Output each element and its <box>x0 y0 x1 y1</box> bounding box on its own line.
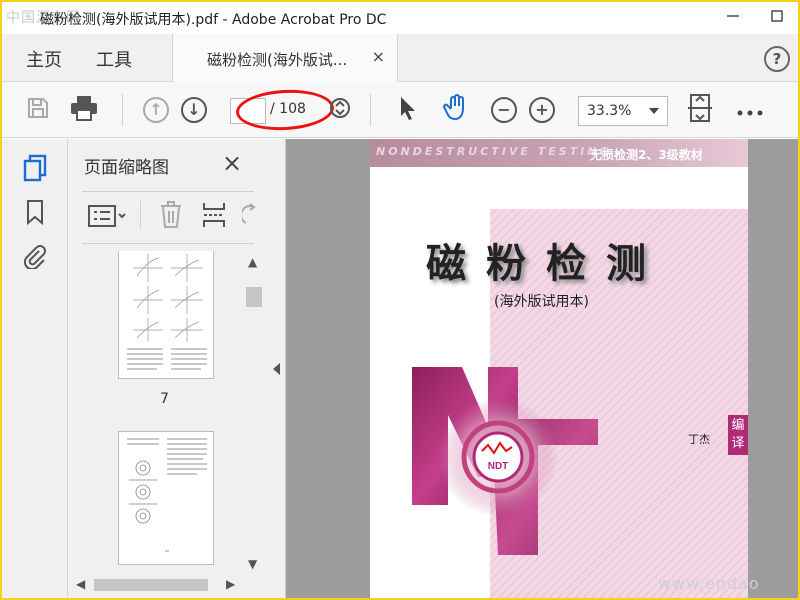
scroll-up-icon[interactable]: ▲ <box>248 255 257 269</box>
scroll-right-icon[interactable]: ▶ <box>226 577 235 591</box>
bookmarks-button[interactable] <box>20 199 50 229</box>
scrollbar-thumb[interactable] <box>246 287 262 307</box>
app-frame: 中国源东网 磁粉检测(海外版试用本).pdf - Adobe Acrobat P… <box>0 0 800 600</box>
cursor-arrow-icon <box>398 95 418 125</box>
hand-tool-button[interactable] <box>442 94 470 126</box>
hand-icon <box>443 94 469 126</box>
help-icon[interactable]: ? <box>764 46 790 72</box>
maximize-button[interactable] <box>764 6 790 30</box>
collapse-arrow-icon <box>273 363 280 375</box>
cover-top-band: NONDESTRUCTIVE TESTING 无损检测2、3级教材 <box>370 139 748 167</box>
toolbar: ↑ ↓ / 108 − + 33.3% <box>2 82 798 138</box>
scroll-left-icon[interactable]: ◀ <box>76 577 85 591</box>
menu-home[interactable]: 主页 <box>26 46 62 72</box>
zoom-out-icon: − <box>491 97 517 123</box>
zoom-select[interactable]: 33.3% <box>578 96 668 126</box>
fit-page-button[interactable] <box>686 93 714 127</box>
pdf-page-cover: NONDESTRUCTIVE TESTING 无损检测2、3级教材 磁粉检测 (… <box>370 139 748 598</box>
paperclip-icon <box>23 243 47 273</box>
menu-tools[interactable]: 工具 <box>96 46 132 72</box>
next-page-button[interactable]: ↓ <box>180 96 208 124</box>
maximize-icon <box>771 10 783 26</box>
thumbnails-panel: 页面缩略图 × 7 ▲ ▼ ◀ ▶ <box>68 139 268 598</box>
scrollbar-thumb[interactable] <box>94 579 208 591</box>
thumbnail-page-number: 7 <box>160 391 169 407</box>
toolbar-divider <box>370 94 371 126</box>
minimize-button[interactable] <box>720 6 746 30</box>
window-title: 磁粉检测(海外版试用本).pdf - Adobe Acrobat Pro DC <box>40 12 387 28</box>
more-icon <box>737 101 763 120</box>
trash-icon[interactable] <box>160 201 182 233</box>
thumbnail-list: 7 <box>68 251 244 575</box>
document-view[interactable]: NONDESTRUCTIVE TESTING 无损检测2、3级教材 磁粉检测 (… <box>286 139 798 598</box>
page-scroll-button[interactable] <box>326 96 354 124</box>
close-tab-icon[interactable]: × <box>372 47 385 66</box>
cover-band-english: NONDESTRUCTIVE TESTING <box>376 145 612 158</box>
cover-author: 丁杰 <box>688 433 710 446</box>
arrow-up-icon: ↑ <box>143 97 169 123</box>
previous-page-button[interactable]: ↑ <box>142 96 170 124</box>
toolbar-divider <box>122 94 123 126</box>
page-thumbnail-8[interactable] <box>118 431 214 565</box>
save-icon <box>26 96 50 124</box>
panel-title: 页面缩略图 <box>84 158 169 178</box>
watermark-bottom: www.endao <box>658 574 760 593</box>
zoom-value: 33.3% <box>587 103 632 119</box>
pages-icon <box>22 154 48 186</box>
zoom-in-button[interactable]: + <box>528 96 556 124</box>
panel-divider <box>140 201 141 229</box>
thumbnail-diagram <box>127 254 207 370</box>
menu-tab-bar: 主页 工具 磁粉检测(海外版试... × ? <box>2 34 798 82</box>
left-icon-rail <box>2 139 68 598</box>
minimize-icon <box>727 10 739 26</box>
highlight-ring <box>235 87 335 133</box>
panel-divider <box>82 243 254 244</box>
close-panel-icon[interactable]: × <box>222 149 242 177</box>
document-tab-label: 磁粉检测(海外版试... <box>207 51 348 69</box>
save-button[interactable] <box>24 96 52 124</box>
options-menu-icon[interactable] <box>88 205 128 231</box>
select-tool-button[interactable] <box>394 96 422 124</box>
document-tab[interactable]: 磁粉检测(海外版试... × <box>172 34 398 82</box>
print-button[interactable] <box>70 96 98 124</box>
printer-icon <box>70 95 98 125</box>
arrow-down-icon: ↓ <box>181 97 207 123</box>
fit-page-icon <box>687 93 713 127</box>
zoom-in-icon: + <box>529 97 555 123</box>
thumbnail-vertical-scrollbar[interactable]: ▲ ▼ <box>244 251 264 575</box>
more-tools-button[interactable] <box>736 96 764 124</box>
bookmark-icon <box>26 199 44 229</box>
thumbnail-horizontal-scrollbar[interactable]: ◀ ▶ <box>68 575 244 595</box>
insert-page-icon[interactable] <box>202 201 226 233</box>
panel-divider <box>82 191 254 192</box>
title-bar: 中国源东网 磁粉检测(海外版试用本).pdf - Adobe Acrobat P… <box>2 2 798 34</box>
chevron-down-icon <box>649 108 659 114</box>
thumbnail-diagram <box>127 438 207 552</box>
cover-subtitle: (海外版试用本) <box>494 294 589 310</box>
zoom-out-button[interactable]: − <box>490 96 518 124</box>
scroll-page-icon <box>329 97 351 123</box>
cover-editor-tag: 编译 <box>728 415 748 455</box>
page-thumbnails-button[interactable] <box>20 154 50 186</box>
attachments-button[interactable] <box>20 243 50 273</box>
ndt-logo: NDT <box>412 367 598 555</box>
panel-toolbar <box>82 199 268 233</box>
cover-band-chinese: 无损检测2、3级教材 <box>590 148 703 162</box>
cover-title: 磁粉检测 <box>426 240 666 287</box>
panel-collapse-splitter[interactable] <box>268 139 286 598</box>
page-thumbnail-7[interactable] <box>118 251 214 379</box>
ndt-logo-text: NDT <box>488 461 509 472</box>
rotate-icon[interactable] <box>240 203 256 231</box>
scroll-down-icon[interactable]: ▼ <box>248 557 257 571</box>
